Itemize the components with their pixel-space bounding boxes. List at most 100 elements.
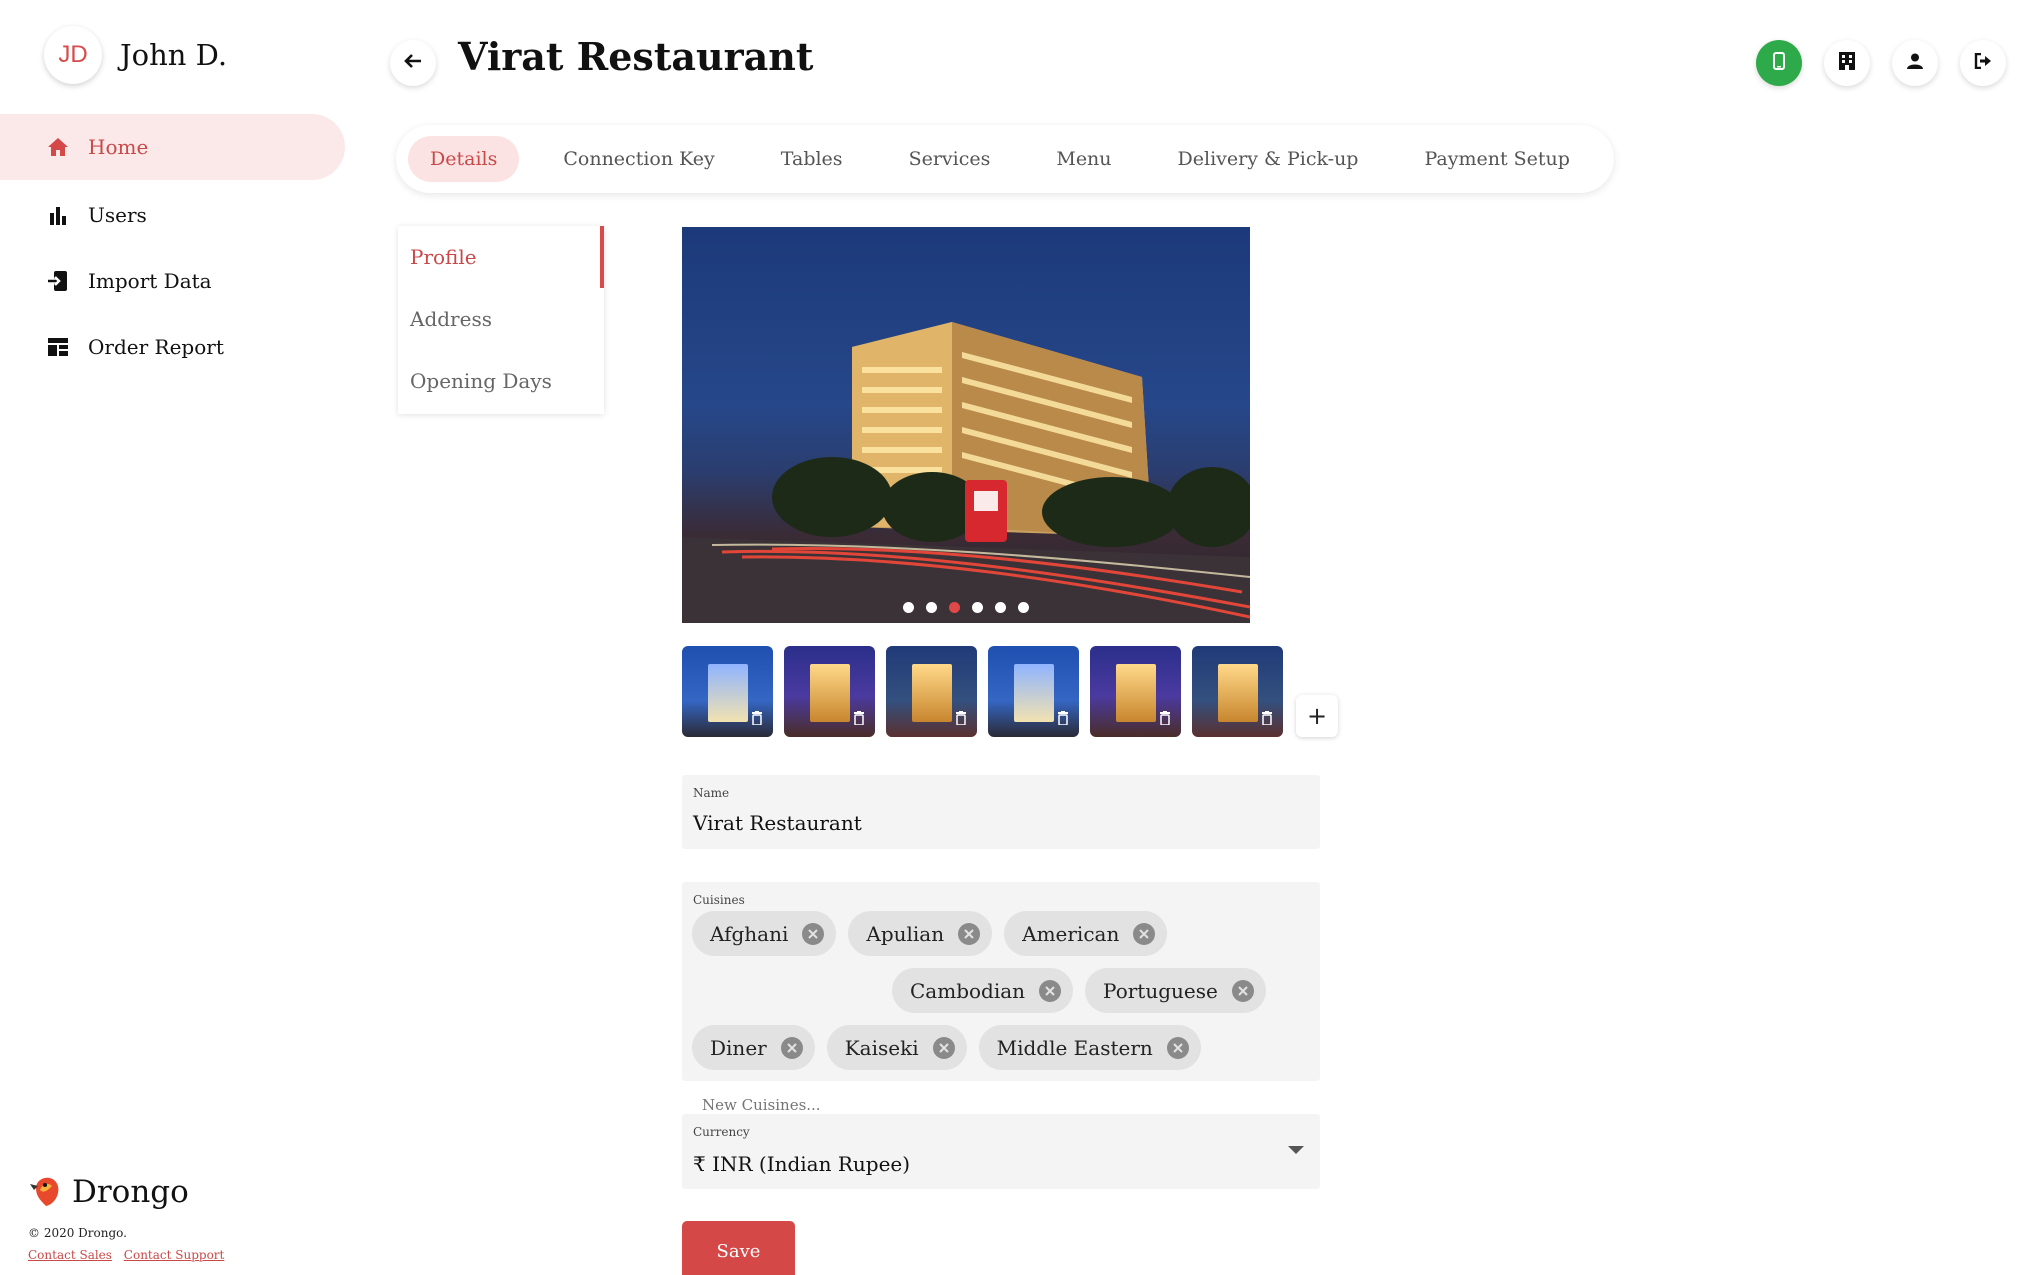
trash-icon[interactable]: [1159, 710, 1171, 729]
tab-delivery-pickup[interactable]: Delivery & Pick-up: [1156, 136, 1381, 182]
remove-chip-icon[interactable]: [1133, 922, 1156, 945]
remove-chip-icon[interactable]: [1039, 979, 1062, 1002]
chip-label: Kaiseki: [844, 1035, 919, 1060]
remove-chip-icon[interactable]: [1166, 1036, 1189, 1059]
chip-label: American: [1022, 921, 1120, 946]
tab-tables[interactable]: Tables: [759, 136, 865, 182]
cuisine-chip: Cambodian: [892, 968, 1074, 1013]
back-button[interactable]: [390, 40, 436, 86]
cuisines-label: Cuisines: [693, 893, 745, 907]
tab-services[interactable]: Services: [887, 136, 1013, 182]
arrow-left-icon: [404, 53, 422, 73]
logout-icon: [1974, 52, 1992, 73]
mobile-icon: [1773, 52, 1785, 74]
sidebar-item-label: Order Report: [88, 335, 224, 359]
carousel-dot[interactable]: [972, 602, 983, 613]
sidebar-item-label: Import Data: [88, 269, 212, 293]
currency-select[interactable]: Currency ₹ INR (Indian Rupee): [682, 1114, 1320, 1189]
carousel-dot[interactable]: [995, 602, 1006, 613]
remove-chip-icon[interactable]: [958, 922, 981, 945]
name-label: Name: [693, 786, 730, 800]
trash-icon[interactable]: [1057, 710, 1069, 729]
avatar[interactable]: JD: [44, 26, 102, 84]
name-value[interactable]: Virat Restaurant: [693, 811, 862, 835]
page-title: Virat Restaurant: [458, 34, 814, 79]
cuisine-chip: American: [1004, 911, 1168, 956]
hotel-photo: [682, 322, 1250, 623]
carousel-dot[interactable]: [1018, 602, 1029, 613]
tab-details[interactable]: Details: [408, 136, 520, 182]
sidebar-item-order-report[interactable]: Order Report: [0, 316, 345, 378]
sidebar: JD John D. Home Users Import Data Order …: [0, 0, 345, 1275]
chevron-down-icon: [1288, 1146, 1304, 1154]
header-actions: [1734, 40, 2006, 86]
trash-icon[interactable]: [1261, 710, 1273, 729]
business-button[interactable]: [1824, 40, 1870, 86]
user-profile[interactable]: JD John D.: [44, 26, 227, 84]
chip-label: Afghani: [710, 921, 789, 946]
sidebar-item-users[interactable]: Users: [0, 184, 345, 246]
cuisine-chip: Middle Eastern: [978, 1025, 1201, 1070]
cuisine-chip: Apulian: [848, 911, 993, 956]
remove-chip-icon[interactable]: [1231, 979, 1254, 1002]
chip-label: Cambodian: [910, 978, 1026, 1003]
trash-icon[interactable]: [853, 710, 865, 729]
cuisine-chip: Kaiseki: [826, 1025, 967, 1070]
user-name: John D.: [120, 38, 228, 72]
currency-value: ₹ INR (Indian Rupee): [693, 1152, 911, 1176]
subnav-item-profile[interactable]: Profile: [398, 226, 604, 288]
gallery-thumbnail[interactable]: [784, 646, 875, 737]
person-icon: [1907, 53, 1923, 73]
chip-label: Apulian: [866, 921, 945, 946]
remove-chip-icon[interactable]: [802, 922, 825, 945]
bar-chart-icon: [46, 203, 70, 227]
tab-menu[interactable]: Menu: [1034, 136, 1133, 182]
subnav-item-address[interactable]: Address: [398, 288, 604, 350]
sidebar-nav: Home Users Import Data Order Report: [0, 114, 345, 382]
remove-chip-icon[interactable]: [780, 1036, 803, 1059]
cuisine-chip: Diner: [692, 1025, 815, 1070]
mobile-button[interactable]: [1756, 40, 1802, 86]
carousel-dot[interactable]: [926, 602, 937, 613]
cuisine-chips: Afghani Apulian American Cambodian Portu…: [692, 911, 1312, 1127]
import-icon: [46, 269, 70, 293]
section-tabs: Details Connection Key Tables Services M…: [396, 125, 1614, 193]
account-button[interactable]: [1892, 40, 1938, 86]
logout-button[interactable]: [1960, 40, 2006, 86]
sidebar-item-label: Users: [88, 203, 147, 227]
contact-sales-link[interactable]: Contact Sales: [28, 1248, 112, 1262]
save-button[interactable]: Save: [682, 1221, 795, 1275]
brand-name: Drongo: [72, 1174, 189, 1210]
remove-chip-icon[interactable]: [932, 1036, 955, 1059]
brand-logo: Drongo: [28, 1170, 189, 1214]
subnav-item-opening-days[interactable]: Opening Days: [398, 350, 604, 412]
name-field[interactable]: Name Virat Restaurant: [682, 775, 1320, 849]
carousel-dot[interactable]: [903, 602, 914, 613]
footer-links: Contact Sales Contact Support: [28, 1248, 232, 1262]
tab-payment-setup[interactable]: Payment Setup: [1402, 136, 1591, 182]
gallery-carousel[interactable]: [682, 227, 1250, 623]
gallery-thumbnail[interactable]: [988, 646, 1079, 737]
sidebar-item-import-data[interactable]: Import Data: [0, 250, 345, 312]
trash-icon[interactable]: [751, 710, 763, 729]
drongo-bird-icon: [28, 1170, 68, 1214]
building-icon: [1839, 52, 1855, 74]
cuisine-chip: Portuguese: [1085, 968, 1266, 1013]
gallery-thumbnail[interactable]: [682, 646, 773, 737]
add-image-button[interactable]: +: [1296, 695, 1338, 737]
gallery-thumbnail[interactable]: [1090, 646, 1181, 737]
chip-label: Diner: [710, 1035, 767, 1060]
trash-icon[interactable]: [955, 710, 967, 729]
cuisine-chip: Afghani: [692, 911, 837, 956]
contact-support-link[interactable]: Contact Support: [124, 1248, 225, 1262]
sidebar-item-home[interactable]: Home: [0, 114, 345, 180]
sidebar-item-label: Home: [88, 135, 149, 159]
copyright-text: © 2020 Drongo.: [28, 1226, 127, 1240]
carousel-dot-active[interactable]: [949, 602, 960, 613]
tab-connection-key[interactable]: Connection Key: [541, 136, 736, 182]
gallery-thumbnail[interactable]: [886, 646, 977, 737]
gallery-thumbnail[interactable]: [1192, 646, 1283, 737]
chip-label: Portuguese: [1103, 978, 1218, 1003]
thumbnail-strip: +: [682, 646, 1338, 737]
chip-label: Middle Eastern: [996, 1035, 1153, 1060]
